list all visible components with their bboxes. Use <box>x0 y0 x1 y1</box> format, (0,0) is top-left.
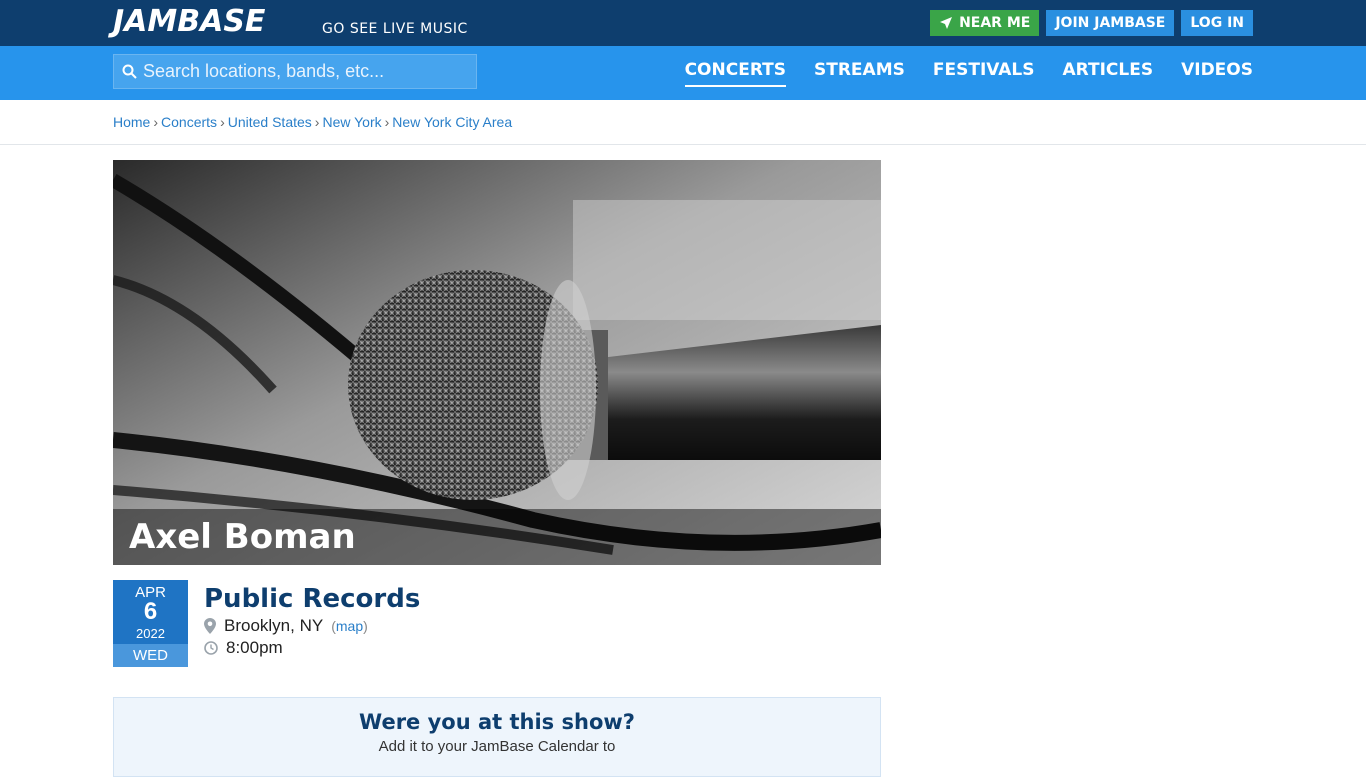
event-hero-image: Axel Boman <box>113 160 881 565</box>
near-me-label: NEAR ME <box>959 15 1031 31</box>
hero-caption-overlay: Axel Boman <box>113 509 881 565</box>
search-icon <box>122 64 137 79</box>
date-weekday: WED <box>113 644 188 667</box>
venue-info: Public Records Brooklyn, NY (map) 8:00pm <box>204 584 420 658</box>
breadcrumb-separator: › <box>384 114 390 130</box>
join-jambase-button[interactable]: JOIN JAMBASE <box>1046 10 1175 36</box>
nav-concerts[interactable]: CONCERTS <box>684 60 786 87</box>
map-marker-icon <box>204 618 216 634</box>
breadcrumb-concerts[interactable]: Concerts <box>161 114 217 130</box>
logo-text: JAMBASE <box>113 4 266 39</box>
breadcrumb-home[interactable]: Home <box>113 114 150 130</box>
breadcrumb-separator: › <box>220 114 225 130</box>
map-link[interactable]: map <box>336 618 363 634</box>
account-actions: NEAR ME JOIN JAMBASE LOG IN <box>930 10 1253 36</box>
search-box <box>113 54 477 89</box>
artist-name[interactable]: Axel Boman <box>129 517 356 557</box>
jambase-logo[interactable]: JAMBASE <box>113 6 265 38</box>
join-label: JOIN JAMBASE <box>1055 15 1166 31</box>
location-arrow-icon <box>940 17 953 29</box>
main-nav: CONCERTS STREAMS FESTIVALS ARTICLES VIDE… <box>0 46 1366 100</box>
nav-articles[interactable]: ARTICLES <box>1063 60 1154 87</box>
date-day: 6 <box>143 598 158 625</box>
top-bar: JAMBASE GO SEE LIVE MUSIC NEAR ME JOIN J… <box>0 0 1366 46</box>
map-link-wrapper: (map) <box>331 618 368 634</box>
breadcrumb-bar: Home › Concerts › United States › New York › New… <box>0 100 1366 145</box>
venue-location: Brooklyn, NY <box>224 616 324 635</box>
breadcrumb-united-states[interactable]: United States <box>228 114 312 130</box>
nav-festivals[interactable]: FESTIVALS <box>933 60 1035 87</box>
attended-show-panel: Were you at this show? Add it to your Ja… <box>113 697 881 777</box>
attended-show-title: Were you at this show? <box>359 710 635 734</box>
nav-links: CONCERTS STREAMS FESTIVALS ARTICLES VIDE… <box>684 60 1253 87</box>
venue-location-row: Brooklyn, NY (map) <box>204 616 420 636</box>
event-date-box: APR 6 2022 WED <box>113 580 188 667</box>
breadcrumb-new-york[interactable]: New York <box>322 114 381 130</box>
nav-videos[interactable]: VIDEOS <box>1181 60 1253 87</box>
tagline: GO SEE LIVE MUSIC <box>322 21 468 37</box>
nav-streams[interactable]: STREAMS <box>814 60 905 87</box>
clock-icon <box>204 641 218 655</box>
date-year: 2022 <box>136 626 165 641</box>
log-in-button[interactable]: LOG IN <box>1181 10 1253 36</box>
breadcrumb-nyc-area[interactable]: New York City Area <box>392 114 512 130</box>
venue-time-row: 8:00pm <box>204 638 420 658</box>
event-time: 8:00pm <box>226 638 283 657</box>
near-me-button[interactable]: NEAR ME <box>930 10 1040 36</box>
login-label: LOG IN <box>1190 15 1244 31</box>
breadcrumb: Home › Concerts › United States › New York › New… <box>113 114 512 130</box>
breadcrumb-separator: › <box>153 114 159 130</box>
microphone-illustration <box>113 160 881 565</box>
search-input[interactable] <box>143 61 463 82</box>
attended-show-subtitle: Add it to your JamBase Calendar to <box>378 738 616 755</box>
venue-name[interactable]: Public Records <box>204 584 420 614</box>
breadcrumb-separator: › <box>314 114 320 130</box>
